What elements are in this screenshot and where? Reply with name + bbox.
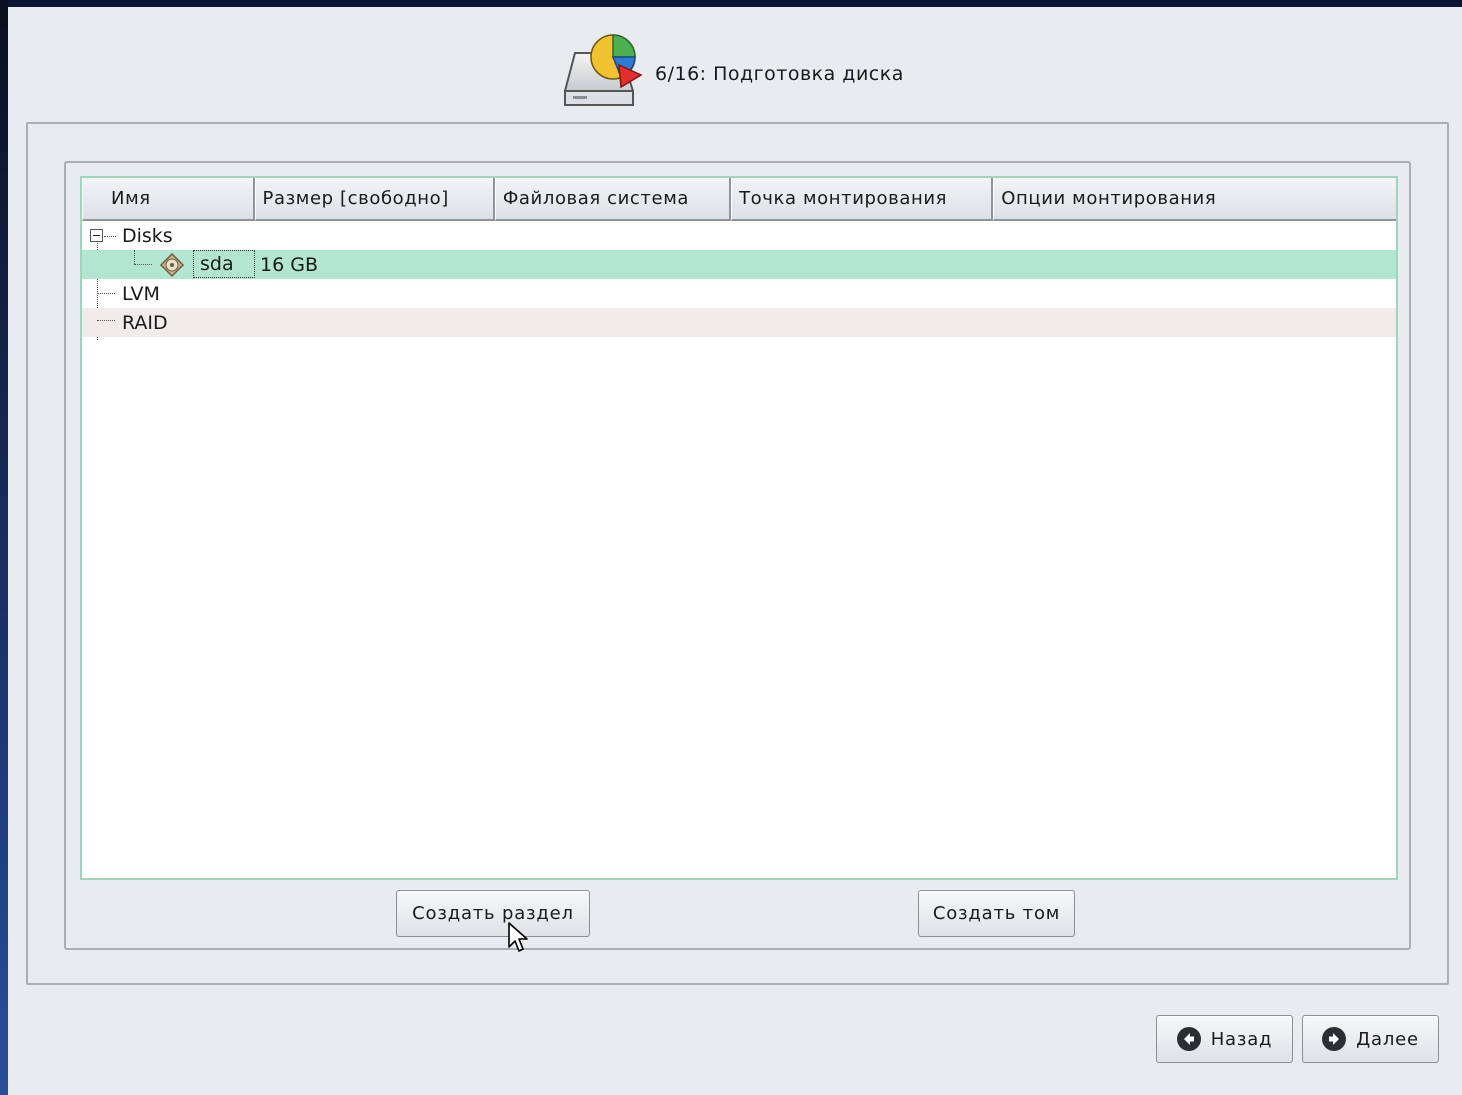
tree-label-sda: sda [193,250,255,278]
installer-window: 6/16: Подготовка диска Имя Размер [свобо… [8,7,1462,1095]
column-size[interactable]: Размер [свободно] [254,178,495,221]
arrow-left-icon [1176,1027,1201,1051]
page-title: 6/16: Подготовка диска [655,63,904,85]
tree-row-raid[interactable]: RAID [82,308,1396,337]
partition-tree[interactable]: Имя Размер [свободно] Файловая система Т… [80,176,1398,880]
hard-disk-icon [159,252,185,278]
tree-row-disks[interactable]: Disks [82,221,1396,340]
partition-group: Имя Размер [свободно] Файловая система Т… [64,161,1411,950]
column-mount-point[interactable]: Точка монтирования [731,178,994,221]
next-label: Далее [1356,1028,1419,1050]
tree-label-disks: Disks [122,224,173,247]
main-panel: Имя Размер [свободно] Файловая система Т… [26,122,1449,985]
tree-header: Имя Размер [свободно] Файловая система Т… [82,178,1396,221]
next-button[interactable]: Далее [1302,1015,1439,1063]
back-label: Назад [1210,1028,1273,1050]
column-mount-options[interactable]: Опции монтирования [993,178,1396,221]
step-header: 6/16: Подготовка диска [561,31,904,117]
tree-row-lvm[interactable]: LVM [82,279,1396,308]
column-filesystem[interactable]: Файловая система [494,178,732,221]
tree-size-sda: 16 GB [260,253,318,276]
desktop-background [0,0,8,1095]
column-name[interactable]: Имя [82,178,255,221]
tree-row-sda[interactable]: sda 16 GB [82,250,1396,279]
tree-label-lvm: LVM [122,282,160,305]
back-button[interactable]: Назад [1156,1015,1293,1063]
collapse-icon[interactable] [90,229,103,242]
arrow-right-icon [1322,1027,1347,1051]
create-volume-button[interactable]: Создать том [918,890,1075,937]
disk-partition-icon [561,31,647,117]
tree-label-raid: RAID [122,311,168,334]
create-partition-button[interactable]: Создать раздел [396,890,590,937]
